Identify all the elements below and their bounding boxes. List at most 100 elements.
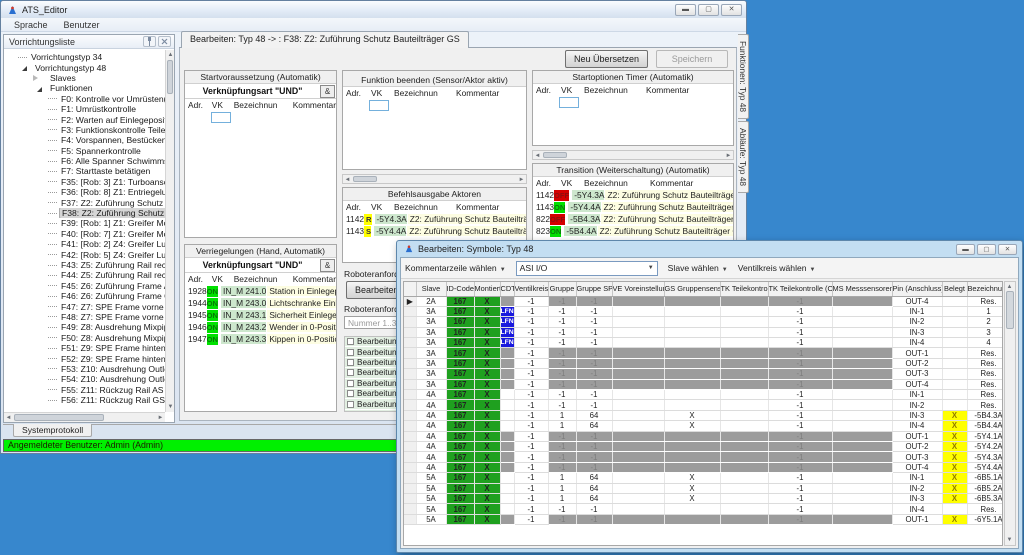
adr-input[interactable] — [559, 97, 579, 108]
symbol-row[interactable]: 4A 167 X -1 -1 -1 -1 — [404, 400, 1003, 410]
slave-dropdown[interactable]: Slave wählen▼ — [668, 263, 728, 273]
tree-expander-icon[interactable] — [48, 316, 57, 322]
interlock-row[interactable]: 1947 ON IN_M 243.3 Kippen in 0-Position — [185, 333, 336, 345]
symbol-row[interactable]: 5A 167 X -1 1 64 X -1 — [404, 493, 1003, 503]
close-button[interactable]: ✕ — [998, 244, 1017, 255]
tree-item[interactable]: F7: Starttaste betätigen — [4, 166, 165, 176]
tree-vertical-scrollbar[interactable]: ▲ ▼ — [165, 50, 174, 412]
tree-expander-icon[interactable] — [48, 181, 57, 187]
tree-expander-icon[interactable] — [48, 233, 57, 239]
titlebar[interactable]: ATS_Editor ▬ ▢ ✕ — [1, 1, 746, 18]
interlock-row[interactable]: 1928 ON IN_M 241.0 Station in Einlegepos… — [185, 285, 336, 297]
actuator-row[interactable]: 1142 R -5Y4.3A Z2: Zuführung Schutz Baut… — [343, 213, 526, 225]
pin-icon[interactable] — [143, 36, 156, 47]
scroll-right-icon[interactable]: ► — [156, 414, 165, 422]
save-button[interactable]: Speichern — [656, 50, 728, 68]
tree-item[interactable]: F52: Z9: SPE Frame hinten GS — [4, 353, 165, 363]
menu-item[interactable]: Benutzer — [57, 20, 107, 30]
tree-item[interactable]: Funktionen — [4, 83, 165, 93]
checkbox[interactable] — [347, 411, 354, 412]
header-pin[interactable]: Pin (Anschluss) — [892, 282, 942, 296]
tab-systemprotokoll[interactable]: Systemprotokoll — [13, 424, 92, 437]
tree-expander-icon[interactable] — [48, 213, 57, 219]
header-bezeichnung[interactable]: Bezeichnung — [967, 282, 1003, 296]
valve-circuit-dropdown[interactable]: Ventilkreis wählen▼ — [738, 263, 816, 273]
header-tk-oder[interactable]: TK Teilekontrolle (Oder) — [768, 282, 832, 296]
tree-expander-icon[interactable] — [48, 285, 57, 291]
tree-expander-icon[interactable] — [48, 223, 57, 229]
symbol-row[interactable]: 3A 167 X LFN -1 -1 -1 -1 — [404, 338, 1003, 348]
header-belegt[interactable]: Belegt — [942, 282, 967, 296]
tree-item[interactable]: F55: Z11: Rückzug Rail AS — [4, 385, 165, 395]
tab-ablaeufe[interactable]: Abläufe: Typ 48 — [738, 121, 749, 193]
scroll-up-icon[interactable]: ▲ — [166, 51, 175, 59]
tree-expander-icon[interactable] — [33, 87, 42, 92]
tree-expander-icon[interactable] — [48, 337, 57, 343]
checkbox[interactable] — [347, 380, 354, 387]
tree-item[interactable]: F4: Vorspannen, Bestücken — [4, 135, 165, 145]
header-slave[interactable]: Slave — [416, 282, 446, 296]
tree-expander-icon[interactable] — [48, 98, 57, 104]
checkbox[interactable] — [347, 338, 354, 345]
header-id-code[interactable]: ID-Code — [446, 282, 474, 296]
tree-item[interactable]: F43: Z5: Zuführung Rail rechts AS — [4, 260, 165, 270]
interlock-row[interactable]: 1945 ON IN_M 243.1 Sicherheit Einleger a… — [185, 309, 336, 321]
adr-input[interactable] — [369, 100, 389, 111]
tree-item[interactable]: F54: Z10: Ausdrehung Outletpipe GS — [4, 374, 165, 384]
tree-expander-icon[interactable] — [48, 161, 57, 167]
tree-item[interactable]: F46: Z6: Zuführung Frame GS — [4, 291, 165, 301]
tree-item[interactable]: F40: [Rob: 7] Z1: Greifer Modul GS (AF — [4, 229, 165, 239]
scroll-down-icon[interactable]: ▼ — [166, 403, 175, 411]
symbol-row[interactable]: 3A 167 X -1 -1 -1 -1 — [404, 379, 1003, 389]
symbol-row[interactable]: 3A 167 X -1 -1 -1 -1 — [404, 348, 1003, 358]
editor-tab[interactable]: Bearbeiten: Typ 48 -> : F38: Z2: Zuführu… — [181, 31, 469, 48]
checkbox[interactable] — [347, 359, 354, 366]
scroll-right-icon[interactable]: ► — [517, 176, 526, 184]
tree-item[interactable]: F45: Z6: Zuführung Frame AS — [4, 281, 165, 291]
retranslate-button[interactable]: Neu Übersetzen — [565, 50, 648, 68]
source-combobox[interactable]: ASI I/O▼ — [516, 261, 658, 276]
symbol-row[interactable]: 5A 167 X -1 1 64 X -1 — [404, 483, 1003, 493]
tree-expander-icon[interactable] — [48, 109, 57, 115]
tree-expander-icon[interactable] — [33, 75, 42, 81]
tree-expander-icon[interactable] — [48, 327, 57, 333]
actuator-row[interactable]: 1143 S -5Y4.4A Z2: Zuführung Schutz Baut… — [343, 225, 526, 237]
tree-item[interactable]: F41: [Rob: 2] Z4: Greifer Luftanlagekor — [4, 239, 165, 249]
tree-item[interactable]: F42: [Rob: 5] Z4: Greifer Luftanlagekor — [4, 249, 165, 259]
interlock-row[interactable]: 1946 ON IN_M 243.2 Wender in 0-Position — [185, 321, 336, 333]
symbol-row[interactable]: 4A 167 X -1 -1 -1 -1 — [404, 390, 1003, 400]
tree-expander-icon[interactable] — [48, 400, 57, 406]
tree-item[interactable]: F50: Z8: Ausdrehung Mixpipe GS — [4, 333, 165, 343]
tab-funktionen[interactable]: Funktionen: Typ 48 — [738, 34, 749, 119]
symbol-row[interactable]: 3A 167 X LFN -1 -1 -1 -1 — [404, 327, 1003, 337]
header-ventilkreis[interactable]: Ventilkreis — [514, 282, 548, 296]
minimize-button[interactable]: ▬ — [675, 4, 696, 16]
tree-item[interactable]: F0: Kontrolle vor Umrüsten(Vorrichtung — [4, 94, 165, 104]
tree-expander-icon[interactable] — [18, 57, 27, 63]
tree-expander-icon[interactable] — [48, 202, 57, 208]
dialog-titlebar[interactable]: Bearbeiten: Symbole: Typ 48 ▬ ▢ ✕ — [400, 241, 1019, 256]
tree-item[interactable]: F6: Alle Spanner Schwimmstellung — [4, 156, 165, 166]
header-tk[interactable]: TK Teilekontrolle — [720, 282, 768, 296]
tree-expander-icon[interactable] — [48, 171, 57, 177]
menu-item[interactable]: Sprache — [7, 20, 55, 30]
adr-input[interactable] — [211, 112, 231, 123]
tree-expander-icon[interactable] — [48, 348, 57, 354]
transition-row[interactable]: 823 ON -5B4.4A Z2: Zuführung Schutz Baut… — [533, 225, 733, 237]
tree-expander-icon[interactable] — [18, 66, 27, 71]
scroll-up-icon[interactable]: ▲ — [1005, 283, 1014, 291]
tree-item[interactable]: F53: Z10: Ausdrehung Outletpipe AS — [4, 364, 165, 374]
tree-expander-icon[interactable] — [48, 129, 57, 135]
transition-row[interactable]: 1142 OFF -5Y4.3A Z2: Zuführung Schutz Ba… — [533, 189, 733, 201]
tree-item[interactable]: F37: Z2: Zuführung Schutz Bauteilträg — [4, 197, 165, 207]
symbol-row[interactable]: 3A 167 X LFN -1 -1 -1 -1 — [404, 317, 1003, 327]
checkbox[interactable] — [347, 349, 354, 356]
symbol-row[interactable]: 4A 167 X -1 -1 -1 -1 — [404, 452, 1003, 462]
tree-item[interactable]: Vorrichtungstyp 34 — [4, 52, 165, 62]
tree-horizontal-scrollbar[interactable]: ◄ ► — [4, 412, 165, 422]
tree-expander-icon[interactable] — [48, 265, 57, 271]
tree-item[interactable]: F44: Z5: Zuführung Rail rechts GS — [4, 270, 165, 280]
tree-item[interactable]: F36: [Rob: 8] Z1: Entriegelungsanschl — [4, 187, 165, 197]
tree-item[interactable]: F51: Z9: SPE Frame hinten AS — [4, 343, 165, 353]
tree-expander-icon[interactable] — [48, 296, 57, 302]
